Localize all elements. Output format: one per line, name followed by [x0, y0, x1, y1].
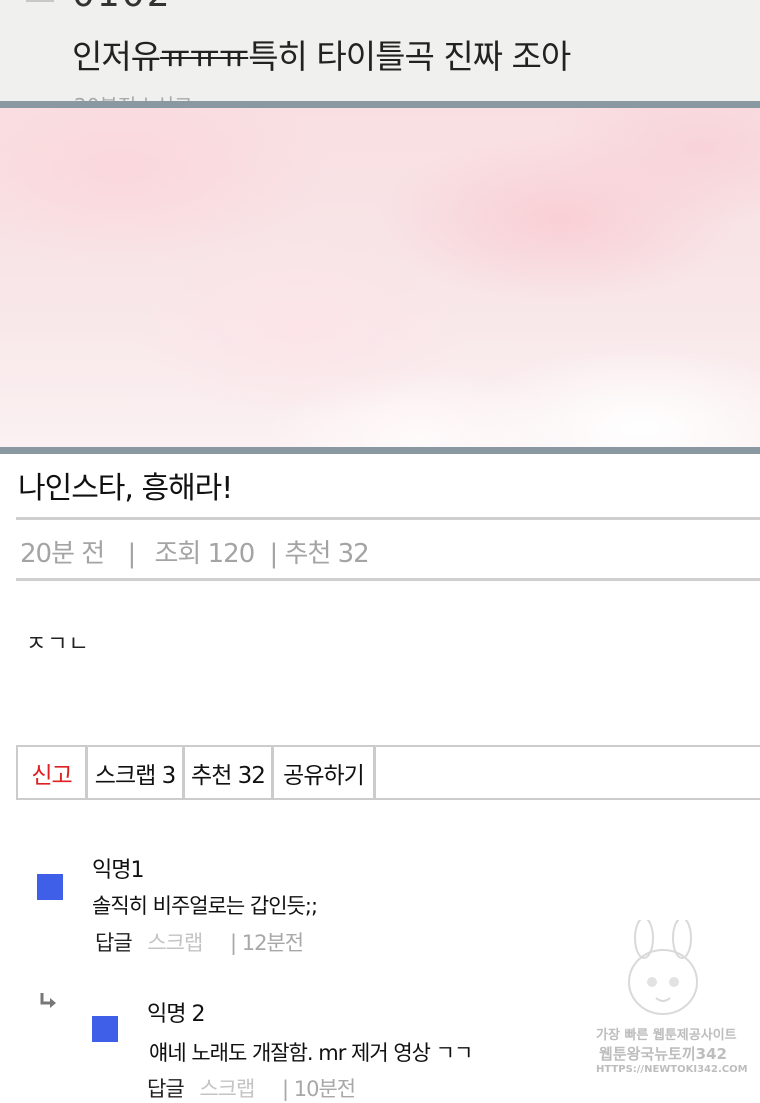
comment-footer: 답글 스크랩 | 12분전	[95, 927, 304, 957]
watermark-text: 가장 빠른 웹툰제공사이트	[596, 1028, 737, 1043]
separator: |	[269, 539, 279, 569]
comment-time: | 12분전	[229, 931, 304, 955]
post-title: 나인스타, 흥해라!	[18, 471, 233, 506]
post-recommend-count: 추천 32	[284, 539, 370, 569]
avatar	[37, 874, 63, 900]
watermark: 가장 빠른 웹툰제공사이트 웹툰왕국뉴토끼342 HTTPS://NEWTOKI…	[596, 917, 748, 1085]
banner-bottom-border	[0, 447, 760, 454]
comment-text: 얘네 노래도 개잘함. mr 제거 영상 ㄱㄱ	[149, 1041, 473, 1065]
divider	[26, 0, 54, 2]
watermark-text: 웹툰왕국뉴토끼342	[599, 1045, 727, 1063]
share-button[interactable]: 공유하기	[274, 747, 376, 798]
previous-post-meta: 20분전 | 신고	[74, 90, 193, 101]
divider	[16, 578, 760, 581]
post-time: 20분 전	[20, 539, 105, 569]
previous-post[interactable]: 0102 인저유ㅠㅠㅠ특히 타이틀곡 진짜 조아 20분전 | 신고	[0, 0, 760, 101]
recommend-button[interactable]: 추천 32	[185, 747, 274, 798]
comment-time: | 10분전	[281, 1077, 356, 1101]
post-actions: 신고 스크랩 3 추천 32 공유하기	[16, 745, 760, 800]
comment-scrap-button[interactable]: 스크랩	[147, 931, 203, 955]
avatar	[92, 1016, 118, 1042]
post-body: ㅈㄱㄴ	[26, 632, 90, 657]
report-button[interactable]: 신고	[18, 747, 88, 798]
banner-top-border	[0, 101, 760, 108]
previous-post-title: 인저유ㅠㅠㅠ특히 타이틀곡 진짜 조아	[72, 37, 571, 76]
comment-text: 솔직히 비주얼로는 갑인듯;;	[92, 894, 318, 918]
scrap-button[interactable]: 스크랩 3	[88, 747, 185, 798]
watermark-text: HTTPS://NEWTOKI342.COM	[596, 1064, 748, 1075]
banner-image	[0, 108, 760, 447]
comment-author: 익명 2	[147, 1002, 205, 1027]
mascot-icon	[628, 917, 698, 1015]
post-meta: 20분 전 | 조회 120 | 추천 32	[20, 533, 370, 570]
reply-button[interactable]: 답글	[147, 1077, 185, 1101]
divider	[16, 517, 760, 520]
previous-post-number: 0102	[72, 0, 172, 15]
reply-arrow-icon	[37, 990, 59, 1018]
comment-footer: 답글 스크랩 | 10분전	[147, 1073, 356, 1103]
reply-button[interactable]: 답글	[95, 931, 133, 955]
separator: |	[127, 539, 136, 569]
comment-scrap-button[interactable]: 스크랩	[199, 1077, 255, 1101]
post-views: 조회 120	[154, 539, 256, 569]
comment-author: 익명1	[92, 858, 144, 883]
